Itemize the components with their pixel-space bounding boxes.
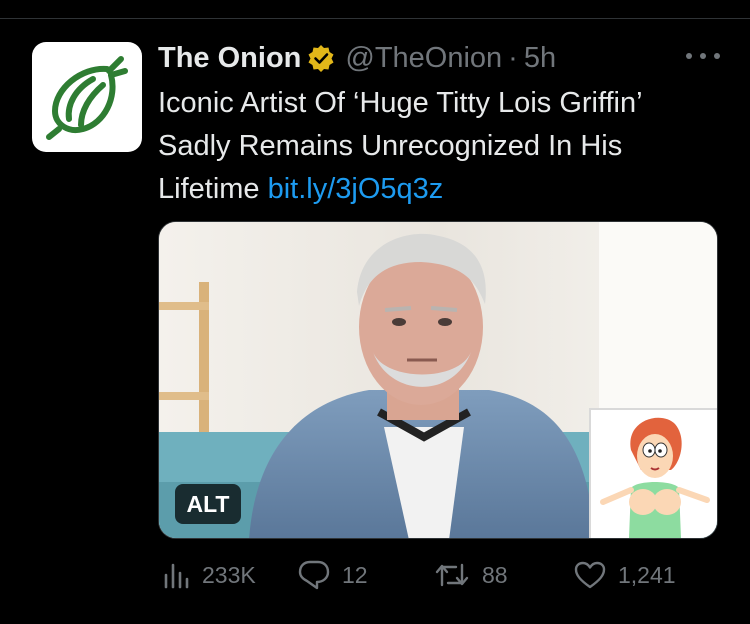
retweet-count: 88 <box>482 561 508 588</box>
tweet-text-fragment: Lifetime <box>158 173 268 205</box>
handle[interactable]: @TheOnion <box>345 42 502 75</box>
tweet-text-line-last: Lifetime bit.ly/3jO5q3z <box>158 168 718 211</box>
like-action[interactable]: 1,241 <box>574 555 676 595</box>
cartoon-character-icon <box>600 417 710 538</box>
like-count: 1,241 <box>618 561 676 588</box>
verified-badge-icon <box>307 44 335 72</box>
reply-action[interactable]: 12 <box>298 555 368 595</box>
reply-icon <box>298 560 330 590</box>
tweet-text-line: Iconic Artist Of ‘Huge Titty Lois Griffi… <box>158 87 643 119</box>
views-action[interactable]: 233K <box>162 555 256 595</box>
retweet-icon <box>435 563 469 587</box>
heart-icon <box>574 561 606 589</box>
more-options-icon[interactable] <box>686 44 720 68</box>
alt-badge[interactable]: ALT <box>175 484 241 524</box>
retweet-action[interactable]: 88 <box>434 555 508 595</box>
onion-logo-icon <box>46 56 128 140</box>
views-count: 233K <box>202 561 256 588</box>
cartoon-inset <box>589 408 717 538</box>
top-divider <box>0 18 750 19</box>
tweet-text-line: Sadly Remains Unrecognized In His <box>158 130 623 162</box>
action-bar: 233K 12 88 1,241 <box>158 555 718 595</box>
reply-count: 12 <box>342 561 368 588</box>
separator-dot: · <box>508 41 518 74</box>
tweet-header: The Onion @TheOnion · 5h <box>158 40 556 76</box>
analytics-icon <box>164 563 189 589</box>
avatar[interactable] <box>32 42 142 152</box>
tweet-text: Iconic Artist Of ‘Huge Titty Lois Griffi… <box>158 82 718 211</box>
tweet-link[interactable]: bit.ly/3jO5q3z <box>268 173 444 205</box>
timestamp[interactable]: 5h <box>524 42 556 75</box>
display-name[interactable]: The Onion <box>158 42 301 75</box>
media-image[interactable]: ALT <box>158 221 718 539</box>
